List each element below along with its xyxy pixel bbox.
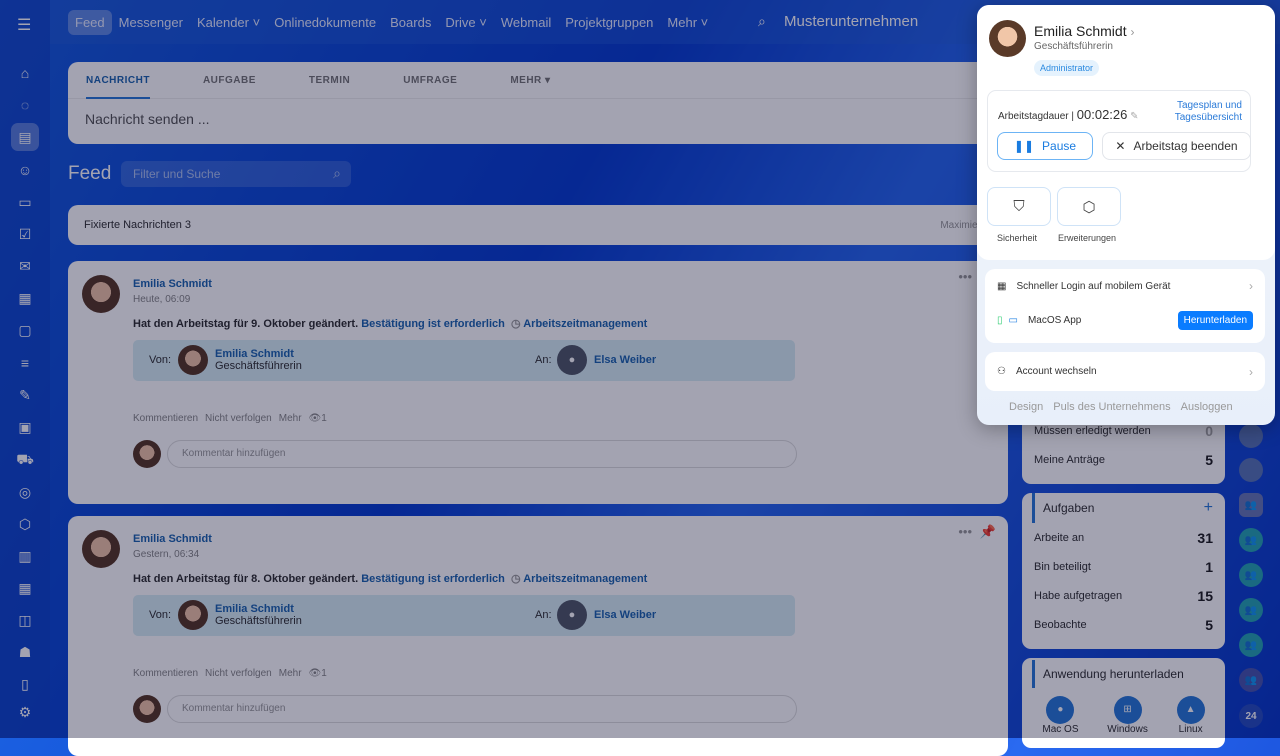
close-icon: ✕	[1115, 139, 1126, 153]
shield-icon: ⛉	[1013, 198, 1025, 215]
profile-name[interactable]: Emilia Schmidt ›	[1034, 23, 1134, 39]
workday-time: 00:02:26	[1076, 107, 1128, 122]
pencil-icon[interactable]: ✎	[1130, 111, 1138, 122]
security-label: Sicherheit	[997, 233, 1038, 243]
workday-panel: Arbeitstagdauer | 00:02:26 ✎ Tagesplan u…	[987, 90, 1251, 172]
workday-label: Arbeitstagdauer |	[998, 111, 1074, 122]
avatar[interactable]	[989, 20, 1026, 57]
package-icon: ⬡	[1082, 198, 1096, 216]
chevron-right-icon: ›	[1249, 279, 1253, 293]
switch-account-row[interactable]: ⚇ Account wechseln ›	[985, 352, 1265, 391]
logout-link[interactable]: Ausloggen	[1181, 401, 1233, 413]
apps-section: ▦ Schneller Login auf mobilem Gerät › ▯ ▭ Ma…	[985, 269, 1265, 343]
end-workday-button[interactable]: ✕ Arbeitstag beenden	[1102, 132, 1251, 160]
profile-role: Geschäftsführerin	[1034, 41, 1113, 52]
extensions-tile[interactable]: ⬡	[1057, 187, 1121, 226]
macos-label: MacOS App	[1027, 314, 1082, 326]
pause-button[interactable]: ❚❚ Pause	[997, 132, 1093, 160]
workday-info: Arbeitstagdauer | 00:02:26 ✎	[998, 107, 1139, 122]
qr-code-icon: ▦	[997, 280, 1007, 292]
chevron-right-icon: ›	[1130, 25, 1135, 39]
company-pulse-link[interactable]: Puls des Unternehmens	[1053, 401, 1170, 413]
macos-app-row: ▯ ▭ MacOS App Herunterladen	[985, 303, 1265, 337]
user-profile-popup: Emilia Schmidt › Geschäftsführerin Admin…	[977, 5, 1275, 425]
pause-label: Pause	[1042, 139, 1077, 153]
quick-login-label: Schneller Login auf mobilem Gerät	[1016, 280, 1171, 292]
desktop-icon: ▭	[1008, 314, 1018, 326]
download-button[interactable]: Herunterladen	[1177, 310, 1253, 330]
pause-icon: ❚❚	[1013, 139, 1035, 153]
extensions-label: Erweiterungen	[1058, 233, 1117, 243]
design-link[interactable]: Design	[1009, 401, 1043, 413]
end-label: Arbeitstag beenden	[1133, 139, 1238, 153]
account-switch-icon: ⚇	[997, 366, 1006, 377]
switch-account-label: Account wechseln	[1015, 366, 1097, 377]
popup-footer: Design Puls des Unternehmens Ausloggen	[1009, 401, 1233, 413]
security-tile[interactable]: ⛉	[987, 187, 1051, 226]
chevron-right-icon: ›	[1249, 364, 1253, 379]
mobile-check-icon: ▯	[997, 314, 1003, 326]
admin-badge: Administrator	[1034, 60, 1100, 76]
name: Emilia Schmidt	[1034, 23, 1127, 39]
dayplan-link[interactable]: Tagesplan und Tagesübersicht	[1162, 100, 1242, 124]
quick-login-row[interactable]: ▦ Schneller Login auf mobilem Gerät ›	[985, 269, 1265, 303]
account-section: ⚇ Account wechseln ›	[985, 352, 1265, 391]
